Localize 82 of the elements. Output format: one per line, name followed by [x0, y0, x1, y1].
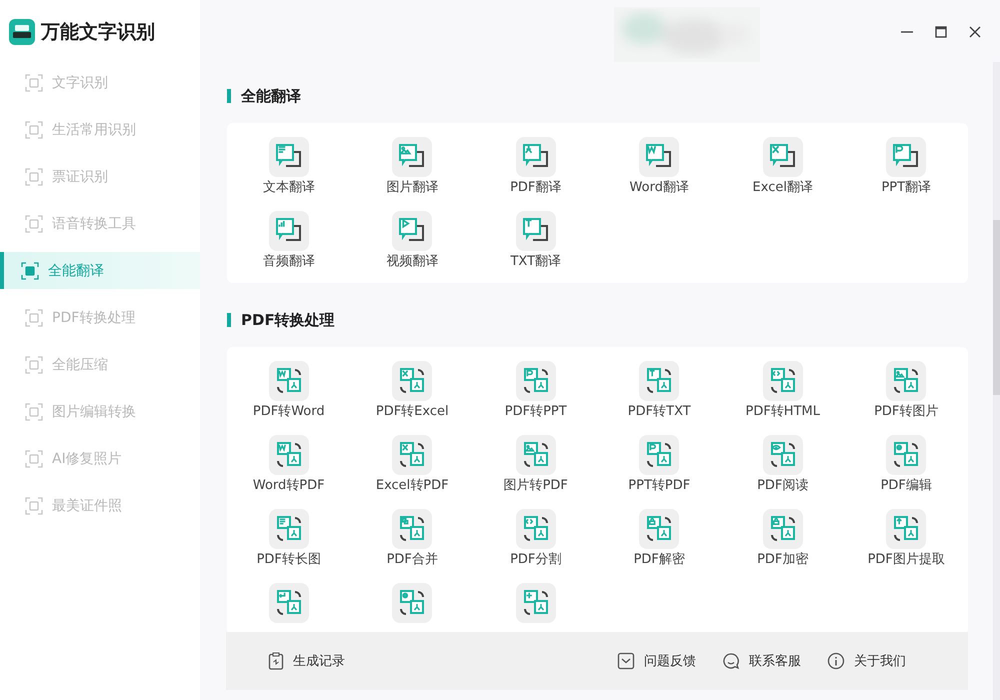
document-pair-icon: [392, 435, 432, 475]
scan-frame-icon: [25, 356, 43, 374]
section-title: PDF转换处理: [241, 310, 335, 330]
chat-bubble-icon: [639, 137, 680, 177]
tool-button[interactable]: PDF解密: [598, 509, 721, 569]
document-pair-icon: [639, 509, 680, 549]
tool-button[interactable]: PDF分割: [474, 509, 598, 569]
tool-button[interactable]: PDF转长图: [227, 509, 350, 569]
tool-button[interactable]: PDF阅读: [721, 435, 844, 495]
tool-button[interactable]: PPT转PDF: [598, 435, 721, 495]
document-pair-icon: [392, 361, 432, 401]
clipboard-icon: [268, 652, 284, 670]
chat-bubble-icon: [268, 211, 309, 251]
scan-frame-icon: [25, 214, 43, 232]
tool-button[interactable]: Excel翻译: [721, 137, 844, 197]
inbox-icon: [617, 652, 635, 670]
tool-button[interactable]: PDF转HTML: [721, 361, 844, 421]
chat-bubble-icon: [392, 211, 432, 251]
footer-link[interactable]: 关于我们: [827, 652, 906, 670]
tool-button[interactable]: PDF转TXT: [598, 361, 721, 421]
tool-button[interactable]: Word转PDF: [227, 435, 350, 495]
tool-button[interactable]: PDF加密: [721, 509, 844, 569]
scan-frame-icon: [25, 496, 43, 514]
document-pair-icon: [268, 361, 309, 401]
scan-frame-icon: [25, 402, 43, 420]
chat-bubble-icon: [516, 137, 556, 177]
tool-button[interactable]: 视频翻译: [350, 211, 474, 271]
document-pair-icon: [516, 509, 556, 549]
app-title: 万能文字识别: [41, 20, 155, 45]
document-pair-icon: [639, 435, 680, 475]
scan-frame-icon: [25, 74, 43, 92]
section-title: 全能翻译: [241, 86, 301, 106]
scan-frame-icon: [25, 450, 43, 468]
tool-button[interactable]: TXT翻译: [474, 211, 598, 271]
chat-bubble-icon: [392, 137, 432, 177]
tool-button[interactable]: PDF转图片: [844, 361, 968, 421]
scrollbar[interactable]: [993, 62, 1000, 700]
tool-button[interactable]: 图片转PDF: [474, 435, 598, 495]
tool-button[interactable]: PPT翻译: [844, 137, 968, 197]
tool-button[interactable]: Excel转PDF: [350, 435, 474, 495]
tool-button[interactable]: PDF翻译: [474, 137, 598, 197]
tool-button[interactable]: 音频翻译: [227, 211, 350, 271]
document-pair-icon: [392, 509, 432, 549]
document-pair-icon: [392, 583, 432, 623]
tool-button[interactable]: PDF合并: [350, 509, 474, 569]
info-icon: [827, 652, 845, 670]
tool-button[interactable]: 图片翻译: [350, 137, 474, 197]
scan-frame-icon: [21, 262, 39, 280]
maximize-icon[interactable]: [934, 25, 948, 39]
tool-button[interactable]: PDF转Word: [227, 361, 350, 421]
document-pair-icon: [762, 509, 803, 549]
chat-bubble-icon: [268, 137, 309, 177]
footer-link[interactable]: 问题反馈: [617, 652, 696, 670]
scan-frame-icon: [25, 308, 43, 326]
document-pair-icon: [886, 509, 926, 549]
document-pair-icon: [762, 361, 803, 401]
tool-button[interactable]: PDF编辑: [844, 435, 968, 495]
tool-button[interactable]: 文本翻译: [227, 137, 350, 197]
tool-button[interactable]: PDF转PPT: [474, 361, 598, 421]
chat-bubble-icon: [886, 137, 926, 177]
document-pair-icon: [268, 583, 309, 623]
close-icon[interactable]: [968, 25, 982, 39]
footer-link[interactable]: 联系客服: [722, 652, 801, 670]
document-pair-icon: [762, 435, 803, 475]
document-pair-icon: [886, 361, 926, 401]
tool-button[interactable]: Word翻译: [598, 137, 721, 197]
chat-bubble-icon: [762, 137, 803, 177]
app-logo-icon: [9, 19, 35, 45]
document-pair-icon: [516, 583, 556, 623]
chat-icon: [722, 652, 740, 670]
document-pair-icon: [268, 435, 309, 475]
document-pair-icon: [639, 361, 680, 401]
document-pair-icon: [516, 435, 556, 475]
tool-button[interactable]: PDF转Excel: [350, 361, 474, 421]
history-link[interactable]: 生成记录: [268, 652, 345, 670]
document-pair-icon: [886, 435, 926, 475]
document-pair-icon: [268, 509, 309, 549]
document-pair-icon: [516, 361, 556, 401]
scan-frame-icon: [25, 168, 43, 186]
tool-button[interactable]: PDF图片提取: [844, 509, 968, 569]
chat-bubble-icon: [516, 211, 556, 251]
scan-frame-icon: [25, 120, 43, 138]
